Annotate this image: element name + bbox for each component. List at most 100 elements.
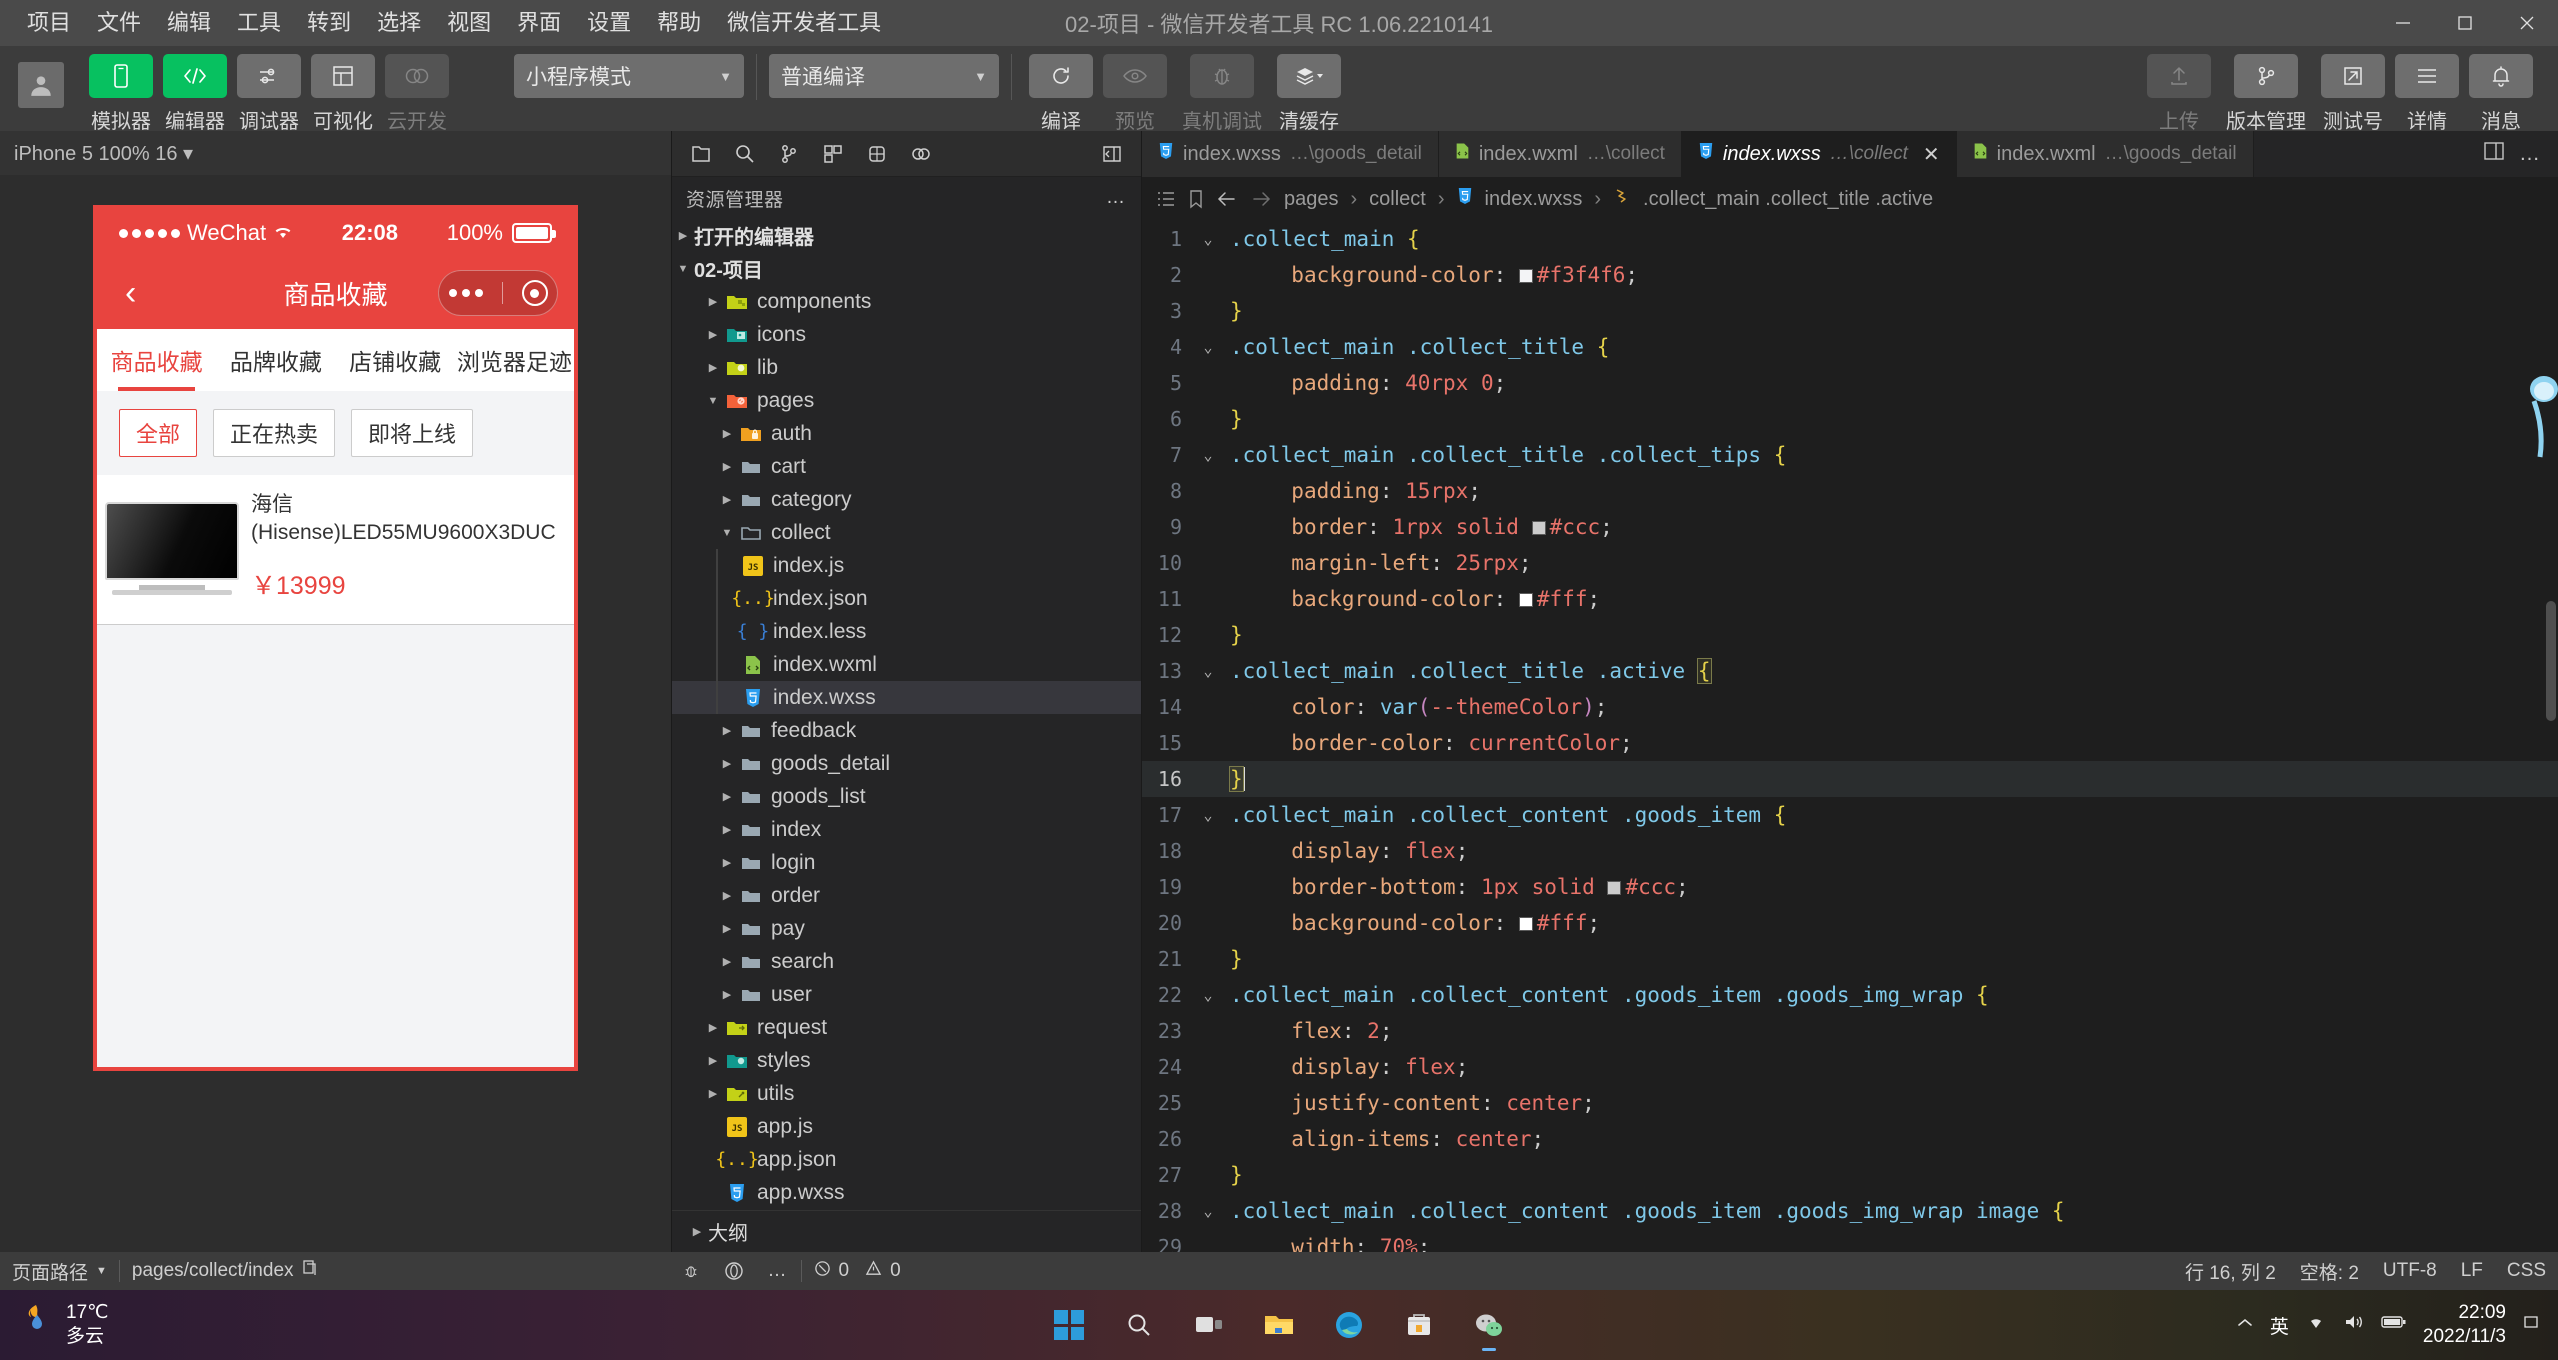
- code-line[interactable]: 2 background-color: #f3f4f6;: [1142, 257, 2558, 293]
- tree-item-icons[interactable]: ▶ icons: [672, 318, 1141, 351]
- code-line[interactable]: 7⌄.collect_main .collect_title .collect_…: [1142, 437, 2558, 473]
- extensions-icon[interactable]: [814, 136, 852, 172]
- tree-item-goods-list[interactable]: ▶ goods_list: [672, 780, 1141, 813]
- files-icon[interactable]: [682, 136, 720, 172]
- tree-item-collect[interactable]: ▼ collect: [672, 516, 1141, 549]
- version-control-button[interactable]: 版本管理: [2221, 54, 2311, 134]
- fold-chevron-icon[interactable]: ⌄: [1194, 986, 1222, 1004]
- scrollbar-thumb[interactable]: [2546, 601, 2556, 721]
- page-path-value-group[interactable]: pages/collect/index: [120, 1252, 330, 1290]
- search-icon[interactable]: [726, 136, 764, 172]
- tip-all[interactable]: 全部: [119, 409, 197, 457]
- sandbox-icon[interactable]: [712, 1252, 756, 1290]
- menu-item-tools[interactable]: 工具: [224, 4, 294, 42]
- arrow-left-icon[interactable]: [1216, 190, 1238, 208]
- list-icon[interactable]: [1156, 190, 1176, 208]
- code-line[interactable]: 1⌄.collect_main {: [1142, 221, 2558, 257]
- tree-item-index[interactable]: ▶ index: [672, 813, 1141, 846]
- tree-item-components[interactable]: ▶ components: [672, 285, 1141, 318]
- minimize-icon[interactable]: [2372, 0, 2434, 46]
- tree-item-pages[interactable]: ▼ pages: [672, 384, 1141, 417]
- wechat-devtools-icon[interactable]: [1461, 1297, 1517, 1353]
- debug-toggle-button[interactable]: [670, 1252, 712, 1290]
- file-explorer-icon[interactable]: [1251, 1297, 1307, 1353]
- menu-item-goto[interactable]: 转到: [294, 4, 364, 42]
- code-line[interactable]: 13⌄.collect_main .collect_title .active …: [1142, 653, 2558, 689]
- menu-item-ui[interactable]: 界面: [504, 4, 574, 42]
- fold-chevron-icon[interactable]: ⌄: [1194, 338, 1222, 356]
- upload-button[interactable]: 上传: [2147, 54, 2211, 134]
- code-line[interactable]: 6}: [1142, 401, 2558, 437]
- tree-item-lib[interactable]: ▶ lib: [672, 351, 1141, 384]
- visualization-button[interactable]: 可视化: [311, 54, 375, 134]
- tree-item-feedback[interactable]: ▶ feedback: [672, 714, 1141, 747]
- code-line[interactable]: 17⌄.collect_main .collect_content .goods…: [1142, 797, 2558, 833]
- editor-tab-wxss-goods-detail[interactable]: index.wxss …\goods_detail: [1142, 131, 1439, 177]
- tab-browse-history[interactable]: 浏览器足迹: [455, 329, 574, 391]
- language-mode[interactable]: CSS: [2495, 1252, 2558, 1290]
- menu-item-settings[interactable]: 设置: [574, 4, 644, 42]
- code-line[interactable]: 14 color: var(--themeColor);: [1142, 689, 2558, 725]
- code-line[interactable]: 16}: [1142, 761, 2558, 797]
- close-target-icon[interactable]: [522, 280, 548, 306]
- tree-item-search[interactable]: ▶ search: [672, 945, 1141, 978]
- windows-start-icon[interactable]: [1041, 1297, 1097, 1353]
- fold-chevron-icon[interactable]: ⌄: [1194, 230, 1222, 248]
- compile-button[interactable]: 编译: [1029, 54, 1093, 134]
- code-line[interactable]: 27}: [1142, 1157, 2558, 1193]
- simulator-device-selector[interactable]: iPhone 5 100% 16 ▾: [0, 131, 671, 175]
- tree-item-index-less[interactable]: { } index.less: [672, 615, 1141, 648]
- encoding-setting[interactable]: UTF-8: [2371, 1252, 2449, 1290]
- mode-select[interactable]: 小程序模式 ▼: [514, 54, 744, 98]
- tree-item-index-js[interactable]: JS index.js: [672, 549, 1141, 582]
- code-lines[interactable]: 1⌄.collect_main {2 background-color: #f3…: [1142, 221, 2558, 1252]
- git-icon[interactable]: [770, 136, 808, 172]
- tree-item-request[interactable]: ▶ request: [672, 1011, 1141, 1044]
- code-line[interactable]: 20 background-color: #fff;: [1142, 905, 2558, 941]
- code-line[interactable]: 29 width: 70%;: [1142, 1229, 2558, 1252]
- code-line[interactable]: 12}: [1142, 617, 2558, 653]
- tab-shop-collect[interactable]: 店铺收藏: [336, 329, 455, 391]
- code-line[interactable]: 10 margin-left: 25rpx;: [1142, 545, 2558, 581]
- editor-button[interactable]: 编辑器: [163, 54, 227, 134]
- fold-chevron-icon[interactable]: ⌄: [1194, 806, 1222, 824]
- code-line[interactable]: 11 background-color: #fff;: [1142, 581, 2558, 617]
- cursor-position[interactable]: 行 16, 列 2: [2173, 1252, 2288, 1290]
- tree-item-app-json[interactable]: ▶ {..} app.json: [672, 1143, 1141, 1176]
- problems-indicator[interactable]: 0 0: [802, 1252, 913, 1290]
- tab-brand-collect[interactable]: 品牌收藏: [216, 329, 335, 391]
- tree-item-index-wxml[interactable]: index.wxml: [672, 648, 1141, 681]
- code-line[interactable]: 8 padding: 15rpx;: [1142, 473, 2558, 509]
- code-editor[interactable]: 1⌄.collect_main {2 background-color: #f3…: [1142, 221, 2558, 1252]
- debugger-button[interactable]: 调试器: [237, 54, 301, 134]
- back-chevron-icon[interactable]: ‹: [113, 276, 148, 310]
- tree-item-user[interactable]: ▶ user: [672, 978, 1141, 1011]
- code-line[interactable]: 24 display: flex;: [1142, 1049, 2558, 1085]
- fold-chevron-icon[interactable]: ⌄: [1194, 1202, 1222, 1220]
- tree-item-login[interactable]: ▶ login: [672, 846, 1141, 879]
- tree-item-cart[interactable]: ▶ cart: [672, 450, 1141, 483]
- maximize-icon[interactable]: [2434, 0, 2496, 46]
- wechat-capsule[interactable]: [438, 270, 558, 316]
- simulator-button[interactable]: 模拟器: [89, 54, 153, 134]
- code-line[interactable]: 18 display: flex;: [1142, 833, 2558, 869]
- edge-icon[interactable]: [1321, 1297, 1377, 1353]
- goods-item[interactable]: 海信(Hisense)LED55MU9600X3DUC 55英寸 4K超高清量子…: [97, 475, 574, 625]
- tree-item-index-wxss[interactable]: index.wxss: [672, 681, 1141, 714]
- tree-open-editors[interactable]: ▶ 打开的编辑器: [672, 219, 1141, 252]
- eol-setting[interactable]: LF: [2449, 1252, 2495, 1290]
- tree-item-styles[interactable]: ▶ styles: [672, 1044, 1141, 1077]
- close-icon[interactable]: ✕: [1923, 142, 1940, 167]
- menu-item-edit[interactable]: 编辑: [154, 4, 224, 42]
- cloud-icon[interactable]: [902, 136, 940, 172]
- code-line[interactable]: 15 border-color: currentColor;: [1142, 725, 2558, 761]
- messages-button[interactable]: 消息: [2469, 54, 2533, 134]
- copy-icon[interactable]: [302, 1259, 318, 1283]
- bookmark-icon[interactable]: [1188, 189, 1204, 209]
- menu-item-help[interactable]: 帮助: [644, 4, 714, 42]
- tip-hot-selling[interactable]: 正在热卖: [213, 409, 335, 457]
- preview-button[interactable]: 预览: [1103, 54, 1167, 134]
- cloud-dev-button[interactable]: 云开发: [385, 54, 449, 134]
- tree-item-app-js[interactable]: ▶ JS app.js: [672, 1110, 1141, 1143]
- code-line[interactable]: 26 align-items: center;: [1142, 1121, 2558, 1157]
